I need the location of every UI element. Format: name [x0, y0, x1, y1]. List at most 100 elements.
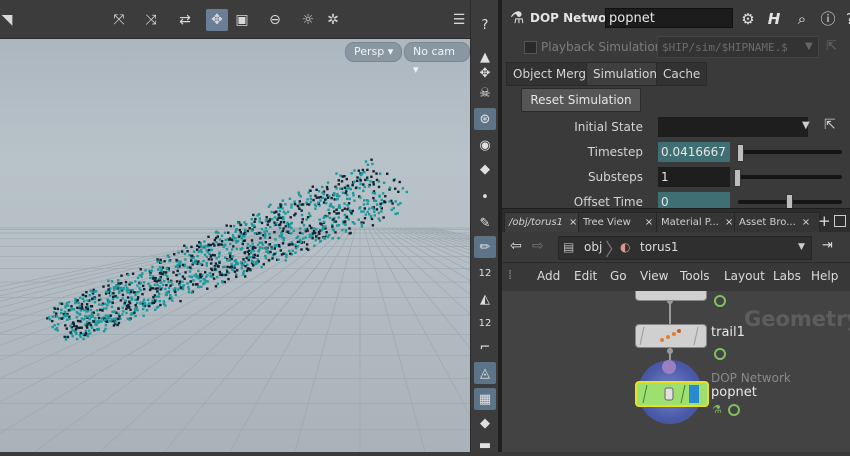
- close-icon[interactable]: ×: [569, 217, 577, 228]
- upstream-node[interactable]: [635, 291, 707, 301]
- bucket-icon[interactable]: ◭: [474, 288, 496, 310]
- no-render-icon[interactable]: ⊖: [264, 9, 286, 31]
- no-cam-button[interactable]: No cam ▾: [404, 42, 470, 76]
- close-icon[interactable]: ×: [802, 217, 810, 228]
- toolbar-overflow-icon[interactable]: ◥: [0, 9, 18, 31]
- particle: [293, 200, 296, 203]
- handle-tool-icon[interactable]: ⇄: [174, 9, 196, 31]
- ghost-icon[interactable]: ◬: [474, 362, 496, 384]
- particle: [134, 293, 137, 297]
- particle: [65, 327, 68, 330]
- substeps-slider-handle[interactable]: [734, 169, 741, 187]
- display-list-icon[interactable]: ☰: [448, 9, 470, 31]
- gear-icon[interactable]: ⚙: [738, 9, 758, 29]
- particle: [64, 324, 67, 327]
- menu-help[interactable]: Help: [811, 269, 838, 283]
- particle: [398, 180, 401, 184]
- select-transform-icon[interactable]: ⤧: [108, 9, 130, 31]
- display-flag-icon[interactable]: [714, 295, 726, 307]
- particle: [234, 240, 238, 243]
- popnet-node[interactable]: [635, 381, 709, 407]
- maximize-icon[interactable]: [834, 215, 846, 227]
- network-editor[interactable]: Geometry trail1 DOP Network popnet ⚗: [502, 291, 850, 452]
- particle: [107, 288, 110, 291]
- view-tool-icon[interactable]: ⊛: [474, 108, 496, 130]
- tab-tree-view[interactable]: Tree View ×: [578, 212, 658, 234]
- playback-checkbox[interactable]: [524, 41, 537, 54]
- settings-icon[interactable]: ✲: [322, 9, 344, 31]
- breadcrumb-obj[interactable]: obj: [584, 237, 602, 257]
- trail1-node[interactable]: [635, 324, 707, 348]
- skull-icon[interactable]: ☠: [474, 82, 496, 104]
- more-icon[interactable]: ▬: [474, 434, 496, 456]
- forward-arrow-icon[interactable]: ⇨: [532, 238, 544, 254]
- camera-persp-button[interactable]: Persp ▾: [345, 42, 403, 62]
- point-icon[interactable]: •: [474, 186, 496, 208]
- timestep-slider-handle[interactable]: [737, 144, 744, 162]
- tab-cache[interactable]: Cache: [656, 62, 708, 86]
- particle: [174, 293, 177, 297]
- help-icon[interactable]: ?: [474, 14, 496, 36]
- particle: [103, 330, 106, 333]
- operator-name-field[interactable]: popnet: [605, 8, 733, 28]
- offset-time-slider-handle[interactable]: [786, 194, 793, 208]
- substeps-slider[interactable]: [738, 175, 842, 179]
- tab-material-palette[interactable]: Material P... ×: [656, 212, 738, 234]
- chevron-down-icon[interactable]: ▼: [798, 242, 805, 252]
- menu-add[interactable]: Add: [537, 269, 560, 283]
- eye-icon[interactable]: ◉: [474, 134, 496, 156]
- breadcrumb-torus1[interactable]: torus1: [640, 237, 678, 257]
- snapshot-icon[interactable]: ☼: [297, 9, 319, 31]
- menu-view[interactable]: View: [640, 269, 668, 283]
- timestep-field[interactable]: 0.0416667: [658, 142, 730, 162]
- camera-view-icon[interactable]: ✥: [206, 9, 228, 31]
- chevron-down-icon[interactable]: ▼: [802, 120, 810, 131]
- node-chooser-icon[interactable]: ⇱: [824, 117, 836, 133]
- diamond-icon[interactable]: ◆: [474, 412, 496, 434]
- info-icon[interactable]: ⓘ: [818, 9, 838, 29]
- tab-asset-browser[interactable]: Asset Bro... ×: [734, 212, 820, 234]
- scene-viewport[interactable]: ◥ ⤧ ⤨ ⇄ ✥ ▣ ⊖ ☼ ✲ ☰ ? Persp ▾ No cam ▾: [0, 0, 470, 452]
- select-geo-icon[interactable]: ⤨: [140, 9, 162, 31]
- frame-icon[interactable]: 12: [474, 312, 496, 334]
- display-flag-icon[interactable]: [728, 404, 740, 416]
- close-icon[interactable]: ×: [645, 217, 653, 228]
- back-arrow-icon[interactable]: ⇦: [510, 238, 522, 254]
- tab-simulation[interactable]: Simulation: [586, 62, 664, 86]
- chevron-down-icon[interactable]: ▼: [805, 41, 813, 52]
- offset-time-field[interactable]: 0: [658, 192, 730, 208]
- particle: [288, 249, 291, 253]
- particle: [305, 218, 308, 221]
- menu-edit[interactable]: Edit: [574, 269, 597, 283]
- light-icon[interactable]: ◆: [474, 158, 496, 180]
- menu-tools[interactable]: Tools: [680, 269, 710, 283]
- initial-state-field[interactable]: [658, 117, 808, 137]
- substeps-field[interactable]: 1: [658, 167, 730, 187]
- timestep-slider[interactable]: [738, 150, 842, 154]
- pen-icon[interactable]: ✎: [474, 212, 496, 234]
- particle: [205, 261, 208, 265]
- particle: [104, 302, 107, 306]
- particle: [154, 287, 157, 290]
- pin-icon[interactable]: ⇥: [822, 238, 833, 253]
- display-flag-icon[interactable]: [714, 348, 726, 360]
- houdini-icon[interactable]: H: [764, 9, 784, 29]
- close-icon[interactable]: ×: [725, 217, 733, 228]
- display-options-icon[interactable]: ▣: [231, 9, 253, 31]
- menu-layout[interactable]: Layout: [724, 269, 765, 283]
- playback-path-field[interactable]: $HIP/sim/$HIPNAME.$: [657, 36, 819, 58]
- menu-labs[interactable]: Labs: [773, 269, 801, 283]
- reset-simulation-button[interactable]: Reset Simulation: [521, 88, 641, 112]
- brush-icon[interactable]: ✏: [474, 236, 496, 258]
- pin-icon[interactable]: ✥: [474, 62, 496, 84]
- help-icon[interactable]: ?: [840, 9, 850, 29]
- search-icon[interactable]: ⌕: [792, 9, 812, 29]
- particle: [236, 221, 240, 225]
- file-chooser-icon[interactable]: ⇱: [826, 39, 837, 54]
- curve-icon[interactable]: ⌐: [474, 336, 496, 358]
- menu-go[interactable]: Go: [610, 269, 627, 283]
- frame-icon[interactable]: 12: [474, 262, 496, 284]
- add-tab-icon[interactable]: +: [818, 212, 831, 230]
- checker-icon[interactable]: ▦: [474, 388, 496, 410]
- tab-obj-torus1[interactable]: /obj/torus1 ×: [504, 212, 582, 234]
